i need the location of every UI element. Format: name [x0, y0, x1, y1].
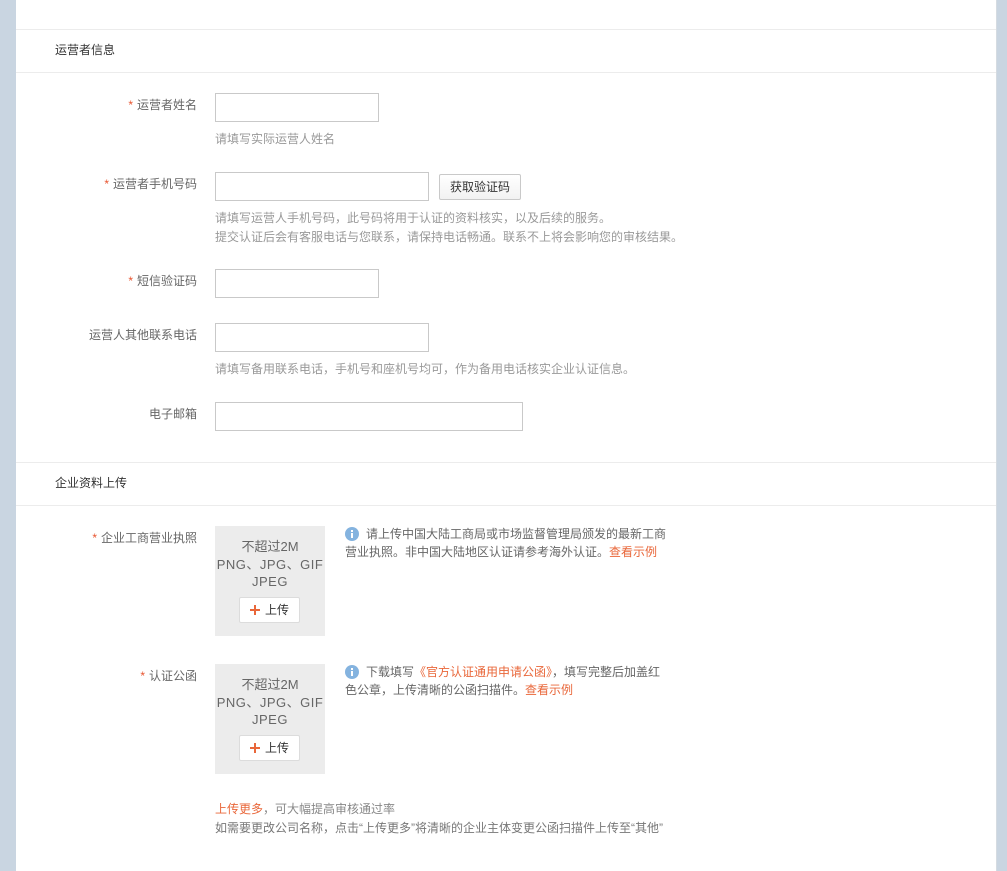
certification-letter-info-text: ，填写完整后加盖红: [552, 665, 661, 679]
divider: [16, 29, 996, 30]
required-mark: *: [140, 669, 145, 683]
upload-size-limit: 不超过2M: [241, 539, 299, 554]
business-license-info-line2: 营业执照。非中国大陆地区认证请参考海外认证。查看示例: [345, 544, 657, 560]
operator-phone-hint-line1: 请填写运营人手机号码，此号码将用于认证的资料核实，以及后续的服务。: [215, 211, 612, 225]
upload-formats-line1: PNG、JPG、GIF: [216, 557, 324, 572]
sms-code-input[interactable]: [215, 269, 379, 298]
divider: [16, 505, 996, 506]
operator-name-label: * 运营者姓名: [20, 97, 197, 113]
section-title-operator-info: 运营者信息: [55, 43, 116, 57]
sms-code-label-text: 短信验证码: [136, 274, 197, 288]
business-license-info-text: 营业执照。非中国大陆地区认证请参考海外认证。: [345, 545, 610, 559]
upload-more-link[interactable]: 上传更多: [215, 802, 263, 816]
other-phone-hint: 请填写备用联系电话，手机号和座机号均可，作为备用电话核实企业认证信息。: [215, 362, 636, 376]
business-license-label: * 企业工商营业执照: [20, 530, 197, 546]
upload-more-text: ，可大幅提高审核通过率: [263, 802, 396, 816]
divider: [16, 462, 996, 463]
upload-button-label: 上传: [265, 741, 290, 755]
operator-phone-label: * 运营者手机号码: [20, 176, 197, 192]
upload-more-note: 如需要更改公司名称，点击“上传更多”将清晰的企业主体变更公函扫描件上传至“其他”: [215, 821, 663, 835]
operator-phone-input[interactable]: [215, 172, 429, 201]
divider: [16, 72, 996, 73]
upload-more-line: 上传更多，可大幅提高审核通过率: [215, 801, 395, 817]
get-verification-code-button[interactable]: 获取验证码: [439, 174, 521, 200]
operator-phone-hint-line2: 提交认证后会有客服电话与您联系，请保持电话畅通。联系不上将会影响您的审核结果。: [215, 230, 684, 244]
required-mark: *: [128, 98, 133, 112]
certification-letter-info-line1: 下载填写《官方认证通用申请公函》，填写完整后加盖红: [366, 664, 660, 680]
certification-letter-upload-button[interactable]: 上传: [239, 735, 300, 761]
business-license-label-text: 企业工商营业执照: [100, 531, 197, 545]
operator-phone-label-text: 运营者手机号码: [112, 177, 197, 191]
operator-name-label-text: 运营者姓名: [136, 98, 197, 112]
certification-letter-info-line2: 色公章，上传清晰的公函扫描件。查看示例: [345, 682, 573, 698]
upload-formats-line2: JPEG: [252, 574, 288, 589]
plus-icon: [250, 605, 260, 615]
email-input[interactable]: [215, 402, 523, 431]
section-title-company-upload: 企业资料上传: [55, 476, 128, 490]
upload-formats-line1: PNG、JPG、GIF: [216, 695, 324, 710]
form-panel: [16, 0, 997, 871]
required-mark: *: [128, 274, 133, 288]
certification-letter-label: * 认证公函: [20, 668, 197, 684]
certification-letter-info-text: 色公章，上传清晰的公函扫描件。: [345, 683, 526, 697]
other-phone-label: 运营人其他联系电话: [88, 328, 197, 342]
certification-letter-example-link[interactable]: 查看示例: [525, 683, 573, 697]
business-license-info-line1: 请上传中国大陆工商局或市场监督管理局颁发的最新工商: [366, 527, 667, 541]
required-mark: *: [104, 177, 109, 191]
certification-letter-upload-box: 不超过2M PNG、JPG、GIF JPEG 上传: [215, 664, 325, 774]
operator-name-input[interactable]: [215, 93, 379, 122]
upload-size-limit: 不超过2M: [241, 677, 299, 692]
required-mark: *: [92, 531, 97, 545]
business-license-upload-button[interactable]: 上传: [239, 597, 300, 623]
upload-button-label: 上传: [265, 603, 290, 617]
sms-code-label: * 短信验证码: [20, 273, 197, 289]
business-license-upload-box: 不超过2M PNG、JPG、GIF JPEG 上传: [215, 526, 325, 636]
upload-formats-line2: JPEG: [252, 712, 288, 727]
operator-name-hint: 请填写实际运营人姓名: [215, 132, 336, 146]
certification-letter-info-text: 下载填写: [366, 665, 415, 679]
plus-icon: [250, 743, 260, 753]
business-license-example-link[interactable]: 查看示例: [609, 545, 657, 559]
official-letter-template-link[interactable]: 《官方认证通用申请公函》: [414, 665, 552, 679]
certification-letter-label-text: 认证公函: [148, 669, 197, 683]
other-phone-input[interactable]: [215, 323, 429, 352]
info-icon: [345, 527, 359, 541]
email-label: 电子邮箱: [148, 407, 197, 421]
info-icon: [345, 665, 359, 679]
